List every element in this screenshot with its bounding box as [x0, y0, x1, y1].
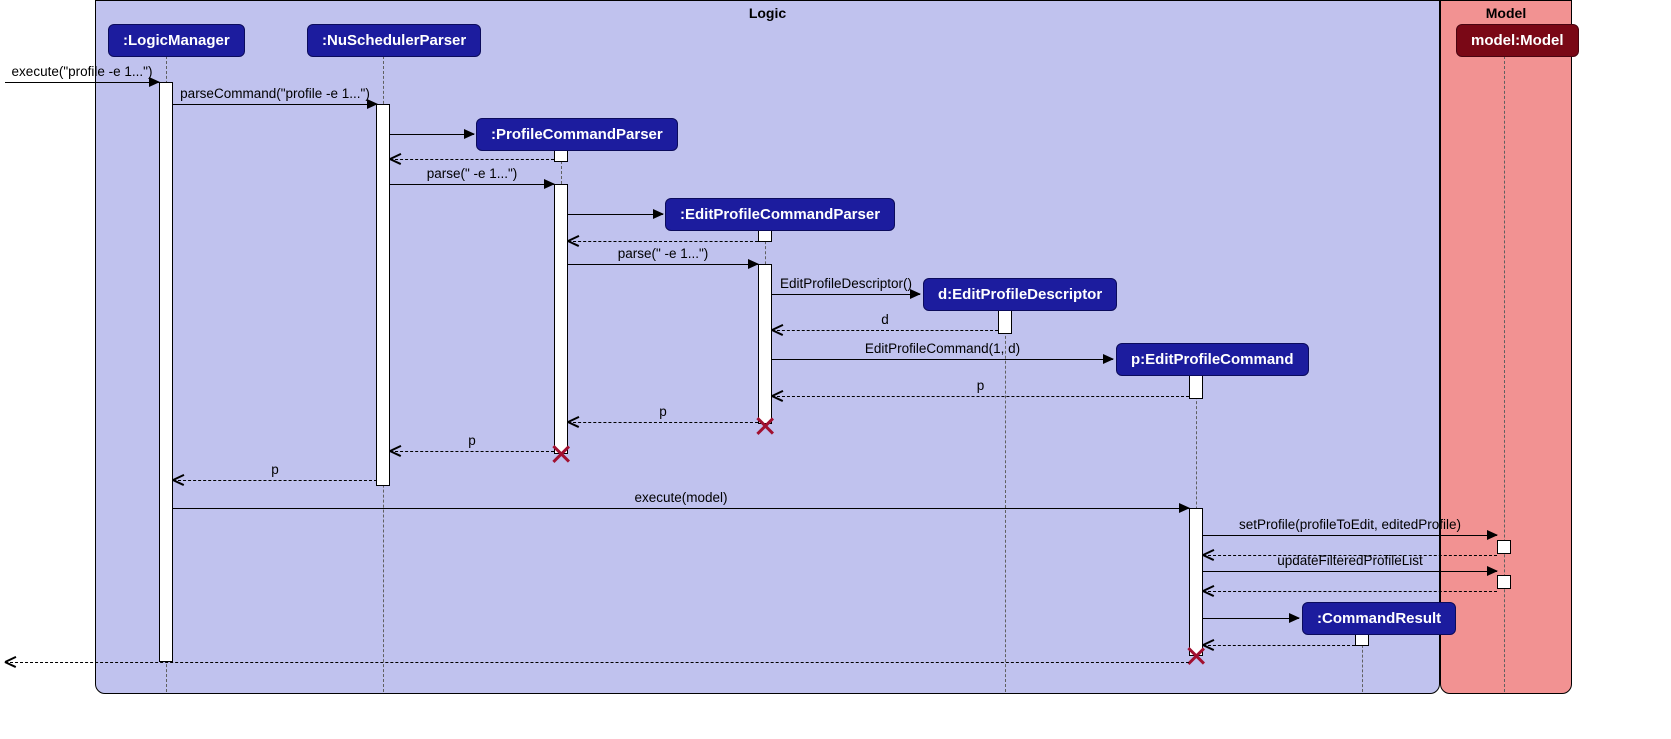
msg-update-filtered-profile-list: updateFilteredProfileList [1203, 557, 1497, 577]
logic-label: Logic [96, 1, 1439, 25]
msg-execute-profile: execute("profile -e 1...") [5, 68, 159, 88]
msg-execute-model: execute(model) [173, 494, 1189, 514]
model-activation-1 [1497, 540, 1511, 554]
logic-manager-head: :LogicManager [108, 24, 245, 57]
msg-create-command-result [1203, 604, 1299, 624]
msg-edit-profile-descriptor: EditProfileDescriptor() [772, 280, 920, 300]
msg-parse-command: parseCommand("profile -e 1...") [173, 90, 377, 110]
edit-profile-descriptor-head: d:EditProfileDescriptor [923, 278, 1117, 311]
profile-command-parser-activation-2 [554, 184, 568, 454]
nuscheduler-activation [376, 104, 390, 486]
edit-profile-descriptor-activation [998, 308, 1012, 334]
msg-parse-1: parse(" -e 1...") [390, 170, 554, 190]
msg-return-p-1: p [772, 382, 1189, 402]
model-label: Model [1441, 1, 1571, 25]
msg-final-return [5, 648, 1189, 668]
edit-profile-command-parser-activation-2 [758, 264, 772, 424]
edit-profile-command-activation-2 [1189, 508, 1203, 656]
msg-create-edit-profile-command-parser [568, 200, 663, 220]
command-result-head: :CommandResult [1302, 602, 1456, 635]
model-activation-2 [1497, 575, 1511, 589]
edit-profile-command-parser-head: :EditProfileCommandParser [665, 198, 895, 231]
msg-return-p-2: p [568, 408, 758, 428]
msg-return-update-filtered [1203, 577, 1497, 597]
profile-command-parser-head: :ProfileCommandParser [476, 118, 678, 151]
msg-parse-2: parse(" -e 1...") [568, 250, 758, 270]
msg-create-profile-command-parser [390, 120, 474, 140]
msg-edit-profile-command: EditProfileCommand(1, d) [772, 345, 1113, 365]
nuscheduler-parser-head: :NuSchedulerParser [307, 24, 481, 57]
model-obj-line [1504, 56, 1505, 692]
msg-return-p-3: p [390, 437, 554, 457]
model-obj-head: model:Model [1456, 24, 1579, 57]
msg-return-d: d [772, 316, 998, 336]
edit-profile-command-head: p:EditProfileCommand [1116, 343, 1309, 376]
edit-profile-command-activation-1 [1189, 373, 1203, 399]
msg-set-profile: setProfile(profileToEdit, editedProfile) [1203, 521, 1497, 541]
logic-manager-activation [159, 82, 173, 662]
msg-return-p-4: p [173, 466, 377, 486]
